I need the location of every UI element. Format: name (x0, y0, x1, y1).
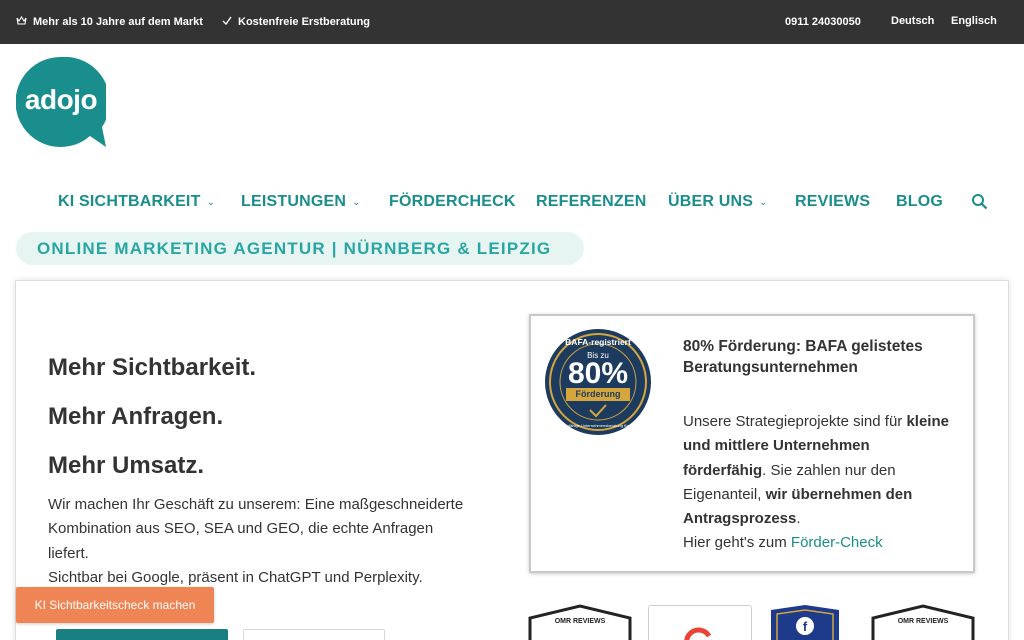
search-icon[interactable] (971, 193, 991, 213)
cta-label: KI Sichtbarkeitscheck machen (34, 598, 196, 612)
nav-label: LEISTUNGEN (241, 193, 347, 210)
top-bar: Mehr als 10 Jahre auf dem Markt Kostenfr… (0, 0, 1024, 44)
phone-link[interactable]: 0911 24030050 (785, 16, 861, 28)
bafa-text: Unsere Strategieprojekte sind für kleine… (683, 410, 953, 556)
bafa-text-part: . (796, 510, 801, 528)
nav-label: REVIEWS (795, 193, 871, 210)
bafa-badge: BAFA-registriert Bis zu 80% Förderung Fö… (544, 328, 652, 436)
bafa-badge-ribbon: Förderung (575, 389, 621, 399)
top-bar-text: Kostenfreie Erstberatung (238, 16, 371, 28)
nav-item-referenzen[interactable]: REFERENZEN (536, 193, 646, 211)
nav-label: KI SICHTBARKEIT (58, 193, 201, 210)
nav-label: BLOG (896, 193, 944, 210)
top-bar-item-consulting: Kostenfreie Erstberatung (222, 16, 370, 28)
tagline-banner: ONLINE MARKETING AGENTUR | NÜRNBERG & LE… (16, 232, 584, 265)
svg-text:f: f (803, 619, 808, 634)
omr-reviews-badge[interactable]: OMR REVIEWS (871, 604, 975, 640)
nav-label: ÜBER UNS (668, 193, 754, 210)
nav-label: REFERENZEN (536, 193, 647, 210)
feedbax-badge[interactable]: f (767, 604, 843, 640)
omr-badge-label: OMR REVIEWS (554, 618, 606, 625)
google-reviews-badge[interactable] (648, 605, 752, 640)
chevron-down-icon: ⌄ (352, 196, 361, 208)
omr-badge-label: OMR REVIEWS (897, 618, 949, 625)
bafa-title: 80% Förderung: BAFA gelistetes Beratungs… (683, 338, 923, 376)
top-bar-text: Mehr als 10 Jahre auf dem Markt (33, 16, 203, 28)
adojo-logo[interactable]: adojo (16, 57, 106, 147)
language-deutsch[interactable]: Deutsch (891, 15, 934, 27)
hero-body-text: Wir machen Ihr Geschäft zu unserem: Eine… (48, 493, 508, 590)
hero-headline-1: Mehr Sichtbarkeit. (48, 354, 257, 381)
ki-check-cta-button[interactable]: KI Sichtbarkeitscheck machen (16, 587, 214, 623)
hero-headline-3: Mehr Umsatz. (48, 452, 205, 479)
hero-headline-2: Mehr Anfragen. (48, 403, 224, 430)
nav-item-blog[interactable]: BLOG (896, 193, 943, 211)
chevron-down-icon: ⌄ (206, 196, 216, 208)
language-englisch[interactable]: Englisch (951, 15, 997, 27)
crown-icon (16, 15, 27, 28)
chevron-down-icon: ⌄ (759, 196, 768, 208)
nav-item-ueber-uns[interactable]: ÜBER UNS ⌄ (668, 193, 768, 211)
tagline-text: ONLINE MARKETING AGENTUR | NÜRNBERG & LE… (37, 238, 552, 258)
bafa-badge-big: 80% (567, 357, 629, 390)
top-bar-item-experience: Mehr als 10 Jahre auf dem Markt (16, 15, 203, 28)
nav-label: FÖRDERCHECK (389, 193, 516, 210)
hero-body-line: liefert. (48, 544, 89, 562)
hero-body-line: Kombination aus SEO, SEA und GEO, die ec… (48, 520, 434, 538)
logo-text: adojo (24, 84, 98, 115)
language-label: Englisch (951, 15, 997, 27)
omr-reviews-badge[interactable]: OMR REVIEWS (528, 604, 632, 640)
language-label: Deutsch (891, 15, 935, 27)
hero-body-line: Wir machen Ihr Geschäft zu unserem: Eine… (48, 496, 464, 513)
nav-item-ki-sichtbarkeit[interactable]: KI SICHTBARKEIT ⌄ (58, 193, 215, 211)
foerder-check-link[interactable]: Förder-Check (791, 534, 883, 551)
nav-item-leistungen[interactable]: LEISTUNGEN ⌄ (241, 193, 361, 211)
phone-number: 0911 24030050 (785, 16, 861, 28)
bafa-badge-top: BAFA-registriert (565, 337, 631, 347)
bafa-text-part: Unsere Strategieprojekte sind für (683, 413, 903, 430)
nav-item-reviews[interactable]: REVIEWS (795, 193, 870, 211)
primary-button[interactable] (56, 629, 228, 640)
nav-item-foerdercheck[interactable]: FÖRDERCHECK (389, 193, 516, 211)
bafa-badge-bottom: Förderfähige Unternehmensberatung für KM… (557, 423, 639, 428)
bafa-link-prefix: Hier geht's zum (683, 534, 787, 552)
check-icon (222, 16, 232, 28)
main-navigation: KI SICHTBARKEIT ⌄ LEISTUNGEN ⌄ FÖRDERCHE… (0, 193, 1024, 215)
secondary-button[interactable] (243, 629, 385, 640)
